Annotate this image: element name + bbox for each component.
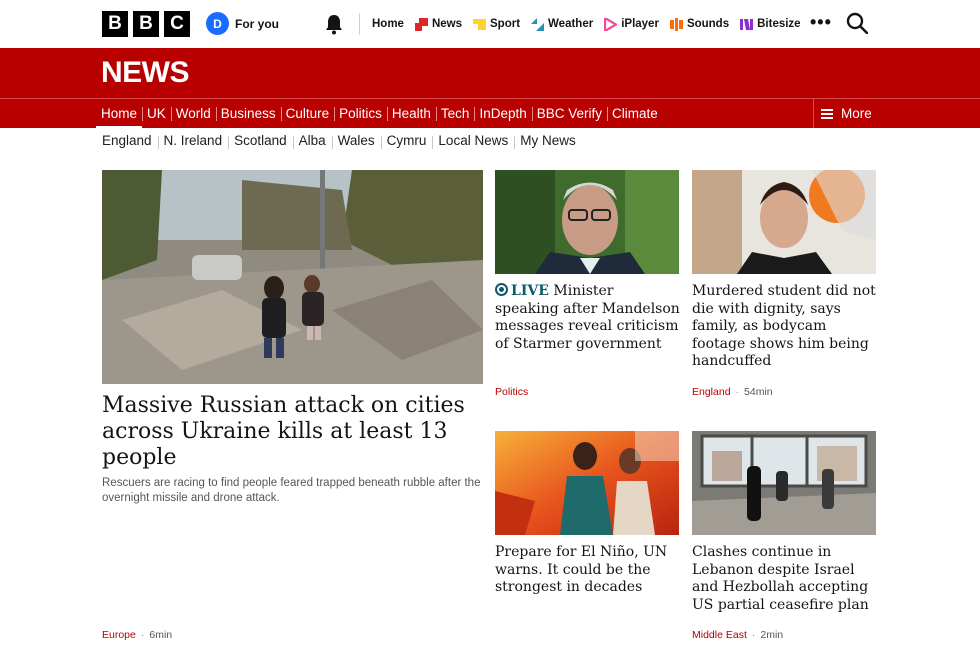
meta-separator: · [751,629,756,641]
logo-letter: C [164,11,190,37]
story-image-student[interactable] [692,170,876,274]
global-nav: Home News Sport Weather iPlayer Sounds B… [372,0,801,48]
section-nav-item-politics[interactable]: Politics [334,99,387,128]
sport-icon [473,18,486,30]
meta-separator: · [735,386,740,398]
global-nav-iplayer[interactable]: iPlayer [604,17,659,31]
region-nav-item-alba[interactable]: Alba [292,133,332,153]
iplayer-icon [604,17,618,31]
region-nav-item-scotland[interactable]: Scotland [228,133,293,153]
story-headline[interactable]: Murdered student did not die with dignit… [692,283,878,371]
lead-story-summary: Rescuers are racing to find people feare… [102,477,481,504]
bbc-logo[interactable]: B B C [102,11,190,37]
story-meta: Middle East · 2min [692,629,783,641]
region-nav-item-local-news[interactable]: Local News [432,133,514,153]
live-icon [495,283,508,296]
region-nav-item-cymru[interactable]: Cymru [380,133,433,153]
weather-icon [531,17,545,31]
global-nav-label: News [431,18,462,30]
story-category[interactable]: Europe [102,629,136,641]
global-nav-sounds[interactable]: Sounds [669,17,730,31]
story-headline-live[interactable]: LIVE Minister speaking after Mandelson m… [495,283,681,353]
story-meta: Politics [495,386,528,398]
logo-letter: B [133,11,159,37]
section-nav-item-uk[interactable]: UK [142,99,171,128]
more-sections-button[interactable]: More [813,99,903,128]
story-meta: England · 54min [692,386,773,398]
section-nav-item-home[interactable]: Home [96,99,143,129]
story-time: 2min [760,629,784,641]
global-nav-label: Home [372,18,404,30]
region-nav-item-england[interactable]: England [96,133,158,153]
global-header: B B C D For you Home News Sport Weather … [0,0,980,48]
for-you-label: For you [235,16,279,31]
more-menu-icon[interactable]: ••• [810,13,832,31]
global-nav-home[interactable]: Home [372,18,404,30]
story-category[interactable]: Politics [495,386,528,398]
global-nav-label: Weather [548,18,594,30]
section-nav: Home UK World Business Culture Politics … [0,98,980,129]
bitesize-icon [740,18,754,30]
region-nav-item-wales[interactable]: Wales [331,133,381,153]
story-time: 6min [149,629,173,641]
section-nav-item-climate[interactable]: Climate [607,99,663,128]
meta-separator: · [140,629,145,641]
global-nav-sport[interactable]: Sport [473,18,520,31]
region-nav-item-my-news[interactable]: My News [514,133,582,153]
global-nav-news[interactable]: News [414,17,462,31]
divider [359,13,360,35]
lead-story-headline[interactable]: Massive Russian attack on cities across … [102,393,482,471]
live-label: LIVE [511,283,549,299]
section-nav-item-culture[interactable]: Culture [280,99,335,128]
section-nav-item-indepth[interactable]: InDepth [474,99,531,128]
global-nav-bitesize[interactable]: Bitesize [740,18,801,31]
news-icon [414,17,428,31]
story-headline[interactable]: Prepare for El Niño, UN warns. It could … [495,544,681,597]
region-nav-item-n-ireland[interactable]: N. Ireland [157,133,229,153]
bell-icon[interactable] [324,13,344,35]
story-category[interactable]: Middle East [692,629,747,641]
avatar: D [206,12,229,35]
global-nav-label: Bitesize [757,18,801,30]
news-title[interactable]: NEWS [101,56,190,90]
story-time: 54min [744,386,773,398]
news-masthead: NEWS [0,48,980,98]
section-nav-item-bbc-verify[interactable]: BBC Verify [531,99,607,128]
section-nav-item-world[interactable]: World [170,99,216,128]
section-nav-item-tech[interactable]: Tech [435,99,475,128]
sounds-icon [669,17,683,31]
for-you-account-button[interactable]: D For you [206,12,279,35]
section-nav-item-health[interactable]: Health [386,99,436,128]
lead-story-meta: Europe · 6min [102,629,172,641]
lead-story-image[interactable] [102,170,483,384]
global-nav-label: Sounds [686,18,730,30]
story-image-el-nino[interactable] [495,431,679,535]
more-label: More [841,106,872,121]
hamburger-icon [821,108,833,119]
logo-letter: B [102,11,128,37]
global-nav-weather[interactable]: Weather [531,17,594,31]
section-nav-item-business[interactable]: Business [215,99,281,128]
region-nav: England N. Ireland Scotland Alba Wales C… [96,133,582,153]
story-headline[interactable]: Clashes continue in Lebanon despite Isra… [692,544,878,614]
story-image-minister[interactable] [495,170,679,274]
search-icon[interactable] [846,12,868,34]
global-nav-label: Sport [490,18,521,30]
global-nav-label: iPlayer [621,18,659,30]
story-image-lebanon[interactable] [692,431,876,535]
story-category[interactable]: England [692,386,731,398]
